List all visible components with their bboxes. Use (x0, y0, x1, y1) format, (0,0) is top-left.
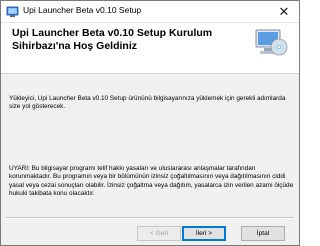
copyright-warning-text: UYARI: Bu bilgisayar programı telif hakk… (9, 165, 294, 197)
next-button[interactable]: İleri > (182, 226, 226, 241)
footer-separator (6, 217, 294, 219)
cancel-button[interactable]: İptal (241, 226, 285, 241)
back-button[interactable]: < Geri (137, 226, 181, 241)
header-banner: Upi Launcher Beta v0.10 Setup Kurulum Si… (1, 23, 299, 74)
setup-window: Upi Launcher Beta v0.10 Setup ✕ Upi Laun… (0, 0, 300, 246)
title-bar[interactable]: Upi Launcher Beta v0.10 Setup ✕ (1, 1, 299, 23)
computer-cd-icon (255, 29, 288, 56)
intro-text: Yükleyici, Upi Launcher Beta v0.10 Setup… (9, 95, 286, 111)
window-title: Upi Launcher Beta v0.10 Setup (23, 5, 142, 15)
page-title: Upi Launcher Beta v0.10 Setup Kurulum Si… (12, 27, 213, 52)
close-icon: ✕ (278, 4, 290, 19)
close-button[interactable]: ✕ (271, 3, 297, 20)
installer-app-icon (6, 6, 19, 17)
